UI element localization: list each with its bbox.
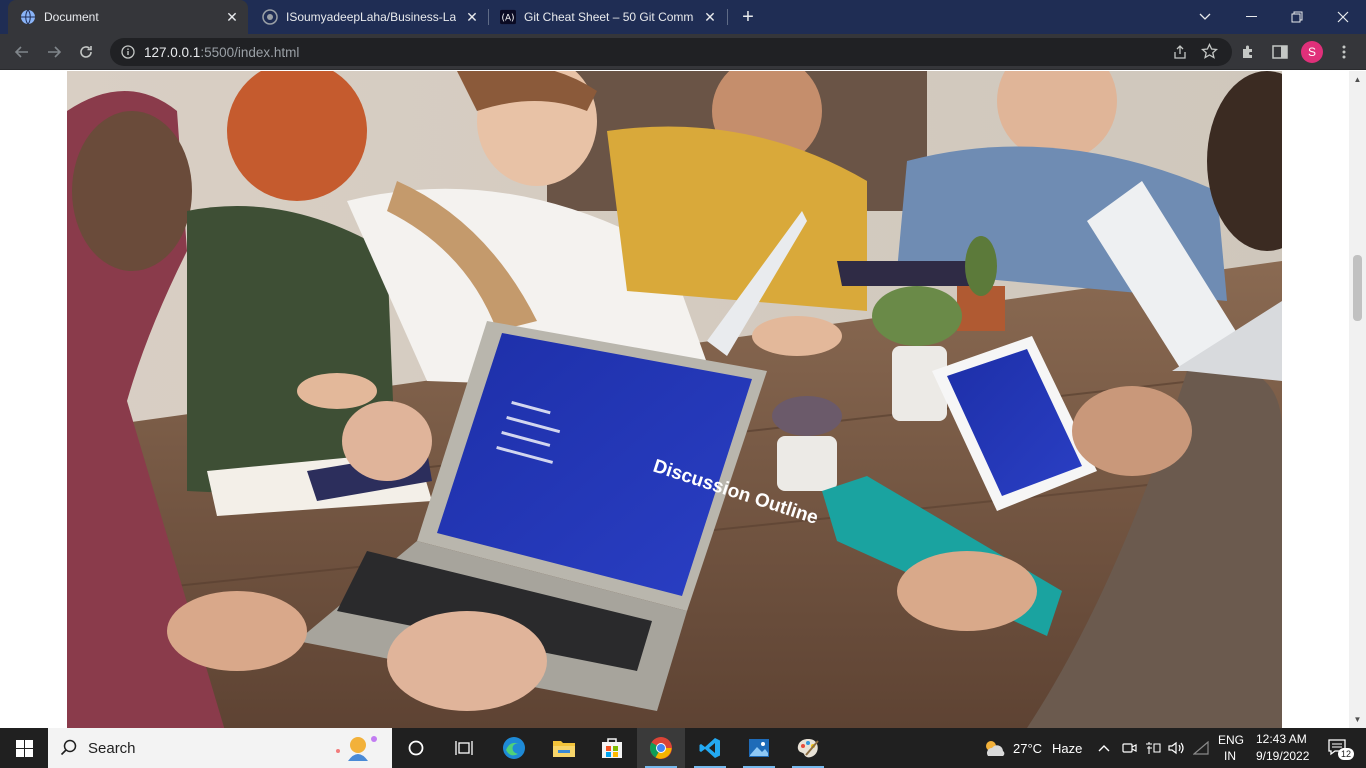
- back-button[interactable]: [8, 38, 36, 66]
- tab-git-cheat-sheet[interactable]: (A) Git Cheat Sheet – 50 Git Comman ✕: [488, 0, 726, 34]
- new-tab-button[interactable]: +: [736, 5, 760, 29]
- cortana-circle-icon: [408, 740, 424, 756]
- chevron-down-icon: [1199, 13, 1211, 20]
- url-text: 127.0.0.1:5500/index.html: [144, 44, 300, 60]
- side-panel-button[interactable]: [1266, 38, 1294, 66]
- meet-now-icon[interactable]: [1118, 728, 1140, 768]
- cortana-button[interactable]: [392, 728, 440, 768]
- menu-button[interactable]: [1330, 38, 1358, 66]
- scroll-down-arrow[interactable]: ▼: [1349, 711, 1366, 728]
- search-icon: [60, 739, 77, 756]
- extensions-button[interactable]: [1234, 38, 1262, 66]
- address-bar[interactable]: 127.0.0.1:5500/index.html: [110, 38, 1232, 66]
- tab-github[interactable]: ISoumyadeepLaha/Business-Land ✕: [250, 0, 488, 34]
- clock-date[interactable]: 9/19/2022: [1256, 749, 1309, 763]
- reload-button[interactable]: [72, 38, 100, 66]
- store-icon: [602, 738, 622, 758]
- restore-button[interactable]: [1274, 0, 1320, 34]
- tab-title: Document: [44, 10, 99, 24]
- tab-search-button[interactable]: [1182, 0, 1228, 34]
- site-info-icon[interactable]: [114, 45, 142, 59]
- minimize-button[interactable]: [1228, 0, 1274, 34]
- forward-button[interactable]: [40, 38, 68, 66]
- notifications-button[interactable]: 12: [1318, 728, 1358, 768]
- browser-toolbar: 127.0.0.1:5500/index.html: [0, 34, 1366, 70]
- bookmark-star-icon[interactable]: [1200, 42, 1219, 65]
- scroll-up-arrow[interactable]: ▲: [1349, 71, 1366, 88]
- taskbar-search[interactable]: Search: [48, 728, 392, 768]
- restore-icon: [1291, 11, 1303, 23]
- language-indicator[interactable]: ENG: [1218, 733, 1244, 747]
- edge-icon: [503, 737, 525, 759]
- search-highlight-icon: [336, 736, 377, 761]
- scrollbar-thumb[interactable]: [1353, 255, 1362, 321]
- team-meeting-photo: Discussion Outline: [67, 71, 1282, 728]
- photos-app[interactable]: [735, 728, 783, 768]
- weather-icon[interactable]: [980, 728, 1008, 768]
- close-icon: [1337, 11, 1349, 23]
- github-icon: [262, 9, 278, 25]
- arrow-left-icon: [14, 46, 28, 58]
- close-tab-icon[interactable]: ✕: [224, 9, 240, 25]
- search-label: Search: [88, 739, 136, 757]
- close-tab-icon[interactable]: ✕: [702, 9, 718, 25]
- start-button[interactable]: [0, 728, 48, 768]
- paint-palette-icon: [797, 739, 819, 758]
- page-scrollbar[interactable]: ▲ ▼: [1349, 71, 1366, 728]
- globe-icon: [20, 9, 36, 25]
- puzzle-icon: [1243, 45, 1252, 58]
- file-explorer-app[interactable]: [540, 728, 588, 768]
- show-hidden-icons-chevron-up-icon[interactable]: [1094, 728, 1114, 768]
- task-view-icon: [455, 741, 473, 755]
- chrome-icon: [650, 737, 672, 759]
- folder-icon: [553, 741, 575, 757]
- browser-tab-strip: Document ✕ ISoumyadeepLaha/Business-Land…: [0, 0, 1366, 34]
- tab-title: Git Cheat Sheet – 50 Git Comman: [524, 10, 694, 24]
- network-icon[interactable]: [1190, 728, 1212, 768]
- page-viewport: Discussion Outline: [0, 71, 1349, 728]
- region-indicator: IN: [1224, 749, 1236, 763]
- chrome-app[interactable]: [637, 728, 685, 768]
- side-panel-icon: [1272, 45, 1288, 59]
- close-window-button[interactable]: [1320, 0, 1366, 34]
- edge-app[interactable]: [490, 728, 538, 768]
- windows-taskbar: Search 27°C Haze ENG IN 12:43 AM 9/19/20…: [0, 728, 1366, 768]
- volume-icon[interactable]: [1166, 728, 1188, 768]
- reload-icon: [80, 46, 92, 58]
- notification-count-badge: 12: [1338, 748, 1355, 760]
- profile-avatar[interactable]: S: [1301, 41, 1323, 63]
- paint-app[interactable]: [784, 728, 832, 768]
- freecodecamp-icon: (A): [500, 9, 516, 25]
- weather-description[interactable]: Haze: [1052, 741, 1082, 756]
- hero-image: Discussion Outline: [67, 71, 1282, 728]
- vscode-icon: [699, 738, 720, 758]
- weather-temperature[interactable]: 27°C: [1013, 741, 1042, 756]
- clock-time[interactable]: 12:43 AM: [1256, 732, 1307, 746]
- tab-divider: [727, 9, 728, 25]
- more-vert-icon: [1342, 45, 1346, 59]
- minimize-icon: [1245, 16, 1257, 17]
- arrow-right-icon: [48, 46, 62, 58]
- tab-title: ISoumyadeepLaha/Business-Land: [286, 10, 456, 24]
- microsoft-store-app[interactable]: [588, 728, 636, 768]
- vscode-app[interactable]: [686, 728, 734, 768]
- ime-icon[interactable]: [1142, 728, 1164, 768]
- tab-document[interactable]: Document ✕: [8, 0, 248, 34]
- share-icon[interactable]: [1172, 44, 1188, 65]
- close-tab-icon[interactable]: ✕: [464, 9, 480, 25]
- photos-icon: [749, 739, 769, 757]
- windows-logo-icon: [15, 739, 33, 757]
- svg-text:(A): (A): [502, 14, 515, 24]
- task-view-button[interactable]: [440, 728, 488, 768]
